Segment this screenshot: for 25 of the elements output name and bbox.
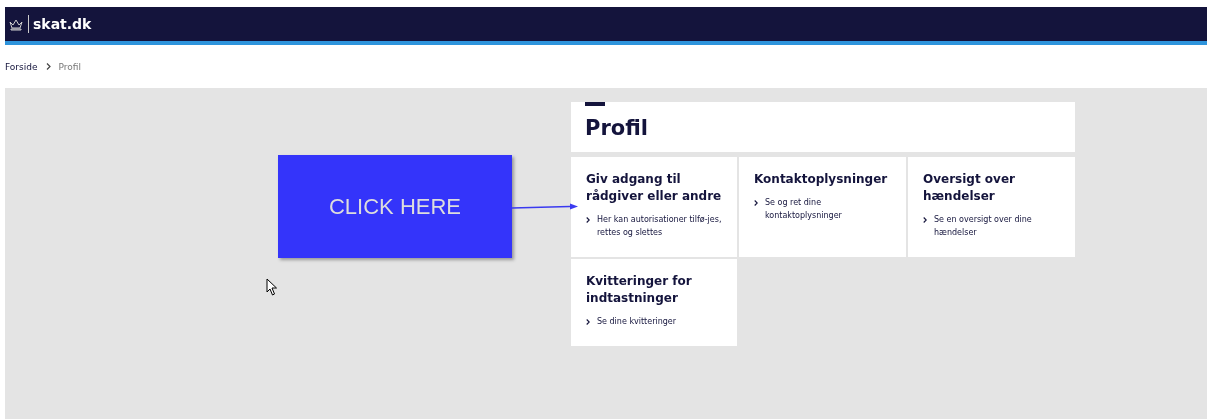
breadcrumb-link[interactable]: Profil xyxy=(58,61,81,72)
chevron-icon xyxy=(45,63,51,70)
card-title: Kontaktoplysninger xyxy=(754,171,889,188)
card-title: Kvitteringer for indtastninger xyxy=(586,273,693,307)
link-card[interactable]: Kontaktoplysninger Se og ret dine kontaktoplysninger xyxy=(739,157,906,257)
link-card[interactable]: Oversigt over hændelser Se en oversigt over dine hændelser xyxy=(908,157,1075,257)
crown-icon xyxy=(8,17,24,31)
arrow xyxy=(512,203,578,211)
mouse-pointer-icon xyxy=(266,278,278,296)
card-link[interactable]: Her kan autorisationer tilfø-jes, rettes og slettes xyxy=(597,213,727,239)
page-title: Profil xyxy=(585,115,649,140)
link-card[interactable]: Giv adgang til rådgiver eller andre Her kan autorisationer tilfø-jes, rettes og slettes xyxy=(571,157,737,257)
breadcrumb-link[interactable]: Forside xyxy=(5,61,38,72)
click-here-callout: CLICK HERE xyxy=(278,155,512,258)
chevron-icon xyxy=(923,217,927,223)
card-title: Oversigt over hændelser xyxy=(923,171,1016,205)
card-link[interactable]: Se og ret dine kontaktoplysninger xyxy=(765,196,896,222)
card-title: Giv adgang til rådgiver eller andre xyxy=(586,171,723,205)
card-link[interactable]: Se en oversigt over dine hændelser xyxy=(934,213,1065,239)
link-card[interactable]: Kvitteringer for indtastninger Se dine kvitteringer xyxy=(571,259,737,346)
chevron-icon xyxy=(586,319,590,325)
card-link[interactable]: Se dine kvitteringer xyxy=(597,315,677,328)
chevron-icon xyxy=(754,200,758,206)
site-logo[interactable]: skat.dk xyxy=(33,16,92,32)
chevron-icon xyxy=(586,217,590,223)
